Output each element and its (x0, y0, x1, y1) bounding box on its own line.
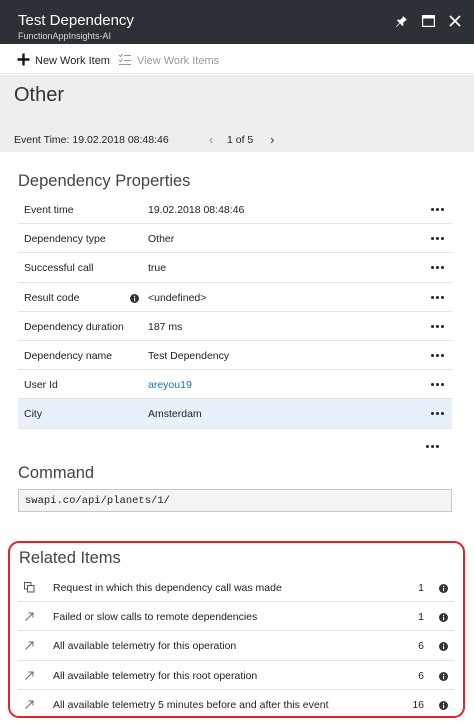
related-items-title: Related Items (19, 549, 121, 567)
arrow-up-right-icon (24, 640, 35, 654)
event-header: Other Event Time: 19.02.2018 08:48:46 ‹ … (0, 75, 474, 152)
property-value: true (148, 262, 167, 275)
property-value: <undefined> (148, 291, 207, 304)
event-time-label: Event Time: 19.02.2018 08:48:46 (14, 134, 169, 146)
property-row[interactable]: Dependency type Other (18, 224, 452, 254)
related-item-label: Request in which this dependency call wa… (53, 582, 282, 594)
more-options-icon[interactable] (431, 353, 444, 357)
more-options-icon[interactable] (431, 295, 444, 299)
command-bar: New Work Item View Work Items (0, 44, 474, 74)
property-row[interactable]: Dependency duration 187 ms (18, 312, 452, 341)
more-options-icon[interactable] (431, 237, 444, 241)
property-value: 19.02.2018 08:48:46 (148, 204, 245, 216)
related-item-label: Failed or slow calls to remote dependenc… (53, 611, 258, 624)
more-options-icon[interactable] (431, 266, 444, 270)
info-icon[interactable] (439, 582, 448, 596)
property-value: Other (148, 233, 175, 246)
property-key: Successful call (24, 262, 94, 275)
related-items-list: Request in which this dependency call wa… (18, 573, 454, 719)
more-options-icon[interactable] (426, 445, 439, 448)
property-value: 187 ms (148, 320, 183, 333)
related-item[interactable]: All available telemetry for this root op… (18, 661, 454, 690)
more-options-icon[interactable] (431, 324, 444, 328)
view-work-items-label: View Work Items (137, 55, 220, 67)
command-title: Command (18, 464, 95, 482)
arrow-up-right-icon (24, 611, 35, 625)
event-pager: ‹ 1 of 5 › (204, 132, 279, 147)
property-key: User Id (24, 379, 58, 392)
related-item-count: 6 (418, 669, 424, 682)
property-row[interactable]: Dependency name Test Dependency (18, 341, 452, 371)
maximize-icon[interactable] (421, 14, 435, 28)
property-value: Amsterdam (148, 408, 202, 421)
property-value: Test Dependency (148, 349, 230, 362)
info-icon[interactable] (439, 670, 448, 684)
related-item-label: All available telemetry for this operati… (53, 640, 237, 653)
related-item-count: 1 (418, 611, 424, 624)
blade-subtitle: FunctionAppInsights-AI (18, 31, 112, 41)
property-key: Result code (24, 291, 80, 304)
property-key: City (24, 408, 43, 421)
info-icon[interactable] (439, 699, 448, 713)
property-key: Event time (24, 204, 74, 216)
arrow-up-right-icon (24, 699, 35, 713)
info-icon[interactable] (439, 640, 448, 654)
more-options-icon[interactable] (431, 412, 444, 416)
new-work-item-label: New Work Item (35, 55, 110, 67)
property-key: Dependency duration (24, 320, 124, 333)
related-item-label: All available telemetry for this root op… (53, 669, 258, 682)
related-item[interactable]: Request in which this dependency call wa… (18, 573, 454, 603)
list-icon (118, 53, 132, 69)
blade-title: Test Dependency (18, 12, 134, 29)
more-options-icon[interactable] (431, 208, 444, 211)
property-row[interactable]: Result code <undefined> (18, 283, 452, 312)
title-bar: Test Dependency FunctionAppInsights-AI (0, 0, 474, 44)
related-item-count: 6 (418, 640, 424, 653)
plus-icon (17, 53, 30, 69)
chevron-left-icon[interactable]: ‹ (204, 132, 218, 147)
property-row[interactable]: Event time 19.02.2018 08:48:46 (18, 195, 452, 225)
property-row[interactable]: User Id areyou19 (18, 370, 452, 400)
pager-count: 1 of 5 (227, 133, 254, 146)
info-icon[interactable] (130, 292, 139, 306)
view-work-items-button[interactable]: View Work Items (118, 53, 219, 69)
related-item-count: 1 (418, 582, 424, 594)
copy-icon (24, 582, 35, 596)
related-item[interactable]: All available telemetry 5 minutes before… (18, 690, 454, 719)
new-work-item-button[interactable]: New Work Item (17, 53, 110, 69)
command-text-box[interactable]: swapi.co/api/planets/1/ (18, 489, 452, 512)
page-title: Other (14, 84, 65, 106)
property-row[interactable]: Successful call true (18, 253, 452, 283)
more-options-icon[interactable] (431, 383, 444, 387)
property-key: Dependency type (24, 233, 106, 246)
related-item-label: All available telemetry 5 minutes before… (53, 698, 329, 711)
related-item[interactable]: Failed or slow calls to remote dependenc… (18, 602, 454, 632)
related-item[interactable]: All available telemetry for this operati… (18, 631, 454, 661)
user-id-link[interactable]: areyou19 (148, 379, 192, 391)
dependency-properties-title: Dependency Properties (18, 172, 191, 190)
property-key: Dependency name (24, 349, 113, 362)
arrow-up-right-icon (24, 670, 35, 684)
related-items-panel: Related Items Request in which this depe… (8, 541, 465, 718)
dependency-properties-table: Event time 19.02.2018 08:48:46 Dependenc… (18, 195, 452, 429)
close-icon[interactable] (448, 14, 462, 28)
property-row-selected[interactable]: City Amsterdam (18, 399, 452, 429)
pin-icon[interactable] (394, 14, 408, 28)
related-item-count: 16 (412, 698, 424, 711)
info-icon[interactable] (439, 611, 448, 625)
chevron-right-icon[interactable]: › (265, 132, 279, 147)
